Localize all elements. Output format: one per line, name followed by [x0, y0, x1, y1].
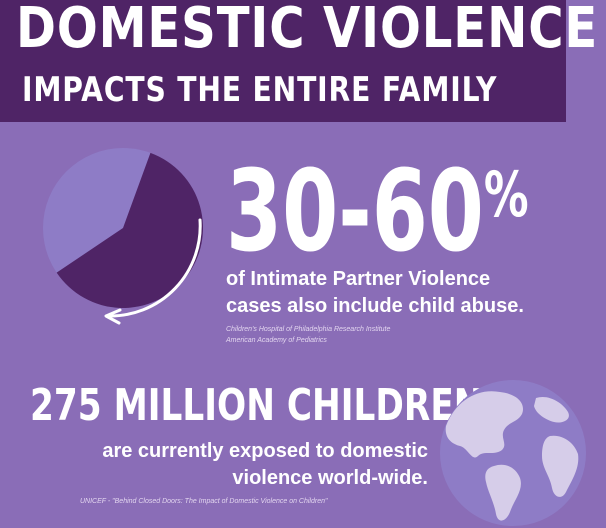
stat2-source: UNICEF - "Behind Closed Doors: The Impac…: [80, 498, 328, 505]
header-banner: DOMESTIC VIOLENCE IMPACTS THE ENTIRE FAM…: [0, 0, 597, 122]
page-title: DOMESTIC VIOLENCE: [16, 0, 599, 61]
stat1-line-2: cases also include child abuse.: [226, 295, 524, 317]
stat2-line-1: are currently exposed to domestic: [102, 440, 428, 462]
stat1-line-1: of Intimate Partner Violence: [226, 268, 491, 290]
stat1-number: 30-60: [226, 147, 484, 277]
globe-icon: [440, 380, 586, 526]
stat1-value: 30-60%: [226, 156, 529, 268]
stat1-source: Children's Hospital of Philadelphia Rese…: [226, 324, 390, 346]
stat1-percent-sign: %: [483, 158, 529, 231]
stat2-line-2: violence world-wide.: [232, 467, 428, 489]
stat2-headline: 275 MILLION CHILDREN: [30, 380, 483, 431]
stat1-description: of Intimate Partner Violence cases also …: [226, 266, 524, 320]
page-subtitle: IMPACTS THE ENTIRE FAMILY: [22, 70, 498, 110]
stat1-source-line-2: American Academy of Pediatrics: [226, 337, 327, 344]
pie-chart-icon: [43, 148, 204, 325]
stat1-source-line-1: Children's Hospital of Philadelphia Rese…: [226, 326, 391, 333]
stat2-description: are currently exposed to domestic violen…: [30, 438, 428, 492]
